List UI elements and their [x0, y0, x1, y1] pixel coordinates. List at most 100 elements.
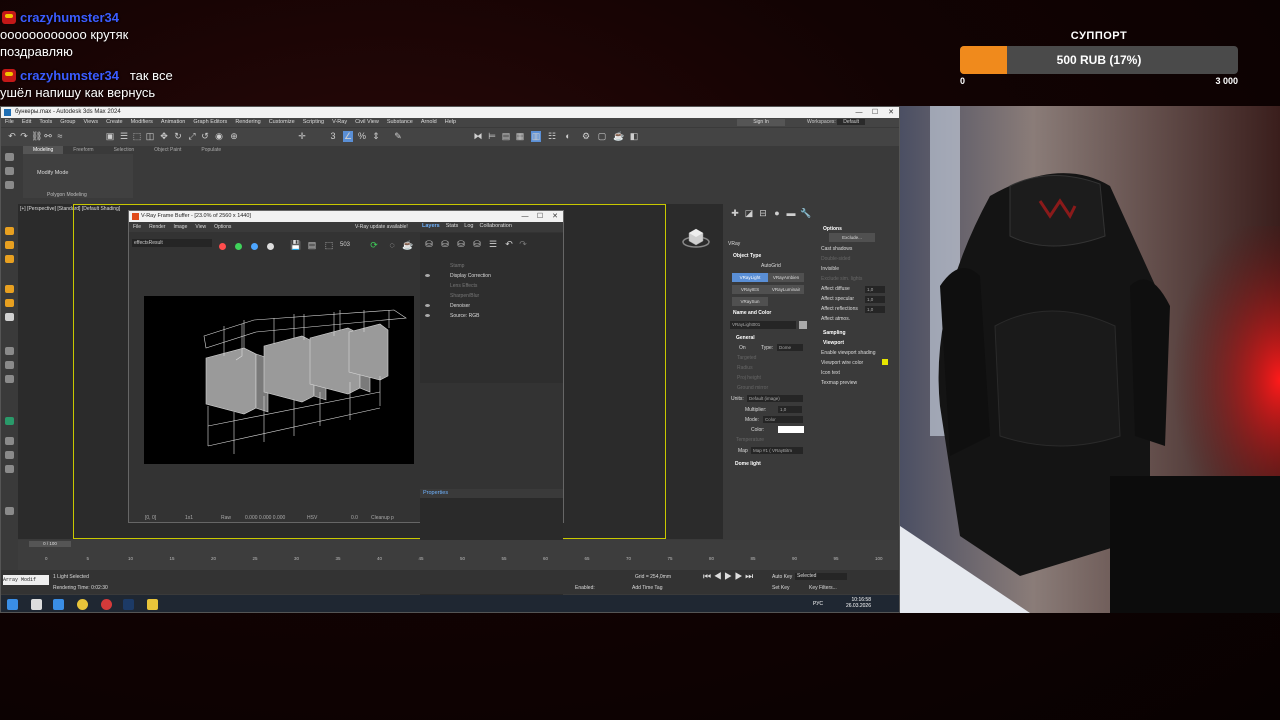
- photoshop-icon[interactable]: [123, 599, 134, 610]
- auto-key-button[interactable]: Auto Key: [772, 574, 792, 580]
- utilities-tab-icon[interactable]: 🔧: [800, 208, 811, 219]
- create-camera-icon[interactable]: [5, 181, 14, 189]
- keyboard-language[interactable]: РУС: [813, 601, 823, 607]
- create-sphere-icon[interactable]: [5, 255, 14, 263]
- create-tab-icon[interactable]: ✚: [730, 208, 740, 219]
- menu-animation[interactable]: Animation: [157, 118, 189, 127]
- menu-v-ray[interactable]: V-Ray: [328, 118, 351, 127]
- curve-editor-icon[interactable]: ▥: [531, 131, 541, 142]
- selected-dropdown[interactable]: Selected: [795, 573, 847, 580]
- vfb-hsv-dropdown[interactable]: HSV: [307, 513, 317, 523]
- vray-fur-icon[interactable]: [5, 361, 14, 369]
- menu-graph-editors[interactable]: Graph Editors: [189, 118, 231, 127]
- vfb-menu-options[interactable]: Options: [210, 222, 235, 232]
- rendered-image[interactable]: [144, 296, 414, 464]
- units-dropdown[interactable]: Default (image): [747, 395, 803, 402]
- select-by-name-icon[interactable]: ☰: [119, 131, 129, 142]
- lut-icon[interactable]: 503: [340, 240, 350, 251]
- light-type-button[interactable]: VRaySun: [732, 297, 768, 306]
- alpha-channel-icon[interactable]: [267, 243, 274, 250]
- layer-explorer-icon[interactable]: ▤: [501, 131, 511, 142]
- menu-scripting[interactable]: Scripting: [299, 118, 328, 127]
- vray-ies-icon[interactable]: [5, 313, 14, 321]
- map-checkbox[interactable]: Map: [738, 448, 748, 454]
- workspaces-selector[interactable]: Workspaces: Default: [807, 119, 866, 125]
- timeline[interactable]: [18, 540, 898, 570]
- bind-spacewarp-icon[interactable]: ≈: [55, 131, 65, 142]
- reference-coord-icon[interactable]: ↺: [200, 131, 210, 142]
- vfb-close-icon[interactable]: ✕: [547, 211, 563, 222]
- mirror-icon[interactable]: ⧓: [473, 131, 483, 142]
- vfb-tab-layers[interactable]: Layers: [419, 223, 443, 229]
- option-checkbox[interactable]: Affect atmos.: [821, 316, 850, 322]
- select-manipulate-icon[interactable]: ⊕: [229, 131, 239, 142]
- menu-edit[interactable]: Edit: [18, 118, 35, 127]
- ribbon-tab-selection[interactable]: Selection: [104, 146, 145, 154]
- render-icon[interactable]: [5, 451, 14, 459]
- light-type-button[interactable]: VRayLuminair: [768, 285, 804, 294]
- vfb-tab-log[interactable]: Log: [461, 223, 476, 229]
- vray-proxy-icon[interactable]: [5, 347, 14, 355]
- snap-3d-icon[interactable]: 3: [328, 131, 338, 142]
- light-type-button[interactable]: VRayLight: [732, 273, 768, 282]
- chrome-red-icon[interactable]: [101, 599, 112, 610]
- menu-create[interactable]: Create: [102, 118, 127, 127]
- pivot-icon[interactable]: ◉: [214, 131, 224, 142]
- menu-views[interactable]: Views: [80, 118, 103, 127]
- light-color-swatch[interactable]: [778, 426, 804, 433]
- time-slider[interactable]: 0 / 100: [29, 541, 71, 547]
- vfb-channel-dropdown[interactable]: effectsResult: [132, 239, 212, 247]
- option-checkbox[interactable]: Cast shadows: [821, 246, 852, 252]
- menu-group[interactable]: Group: [56, 118, 79, 127]
- vray-sun-icon[interactable]: [5, 299, 14, 307]
- option-checkbox[interactable]: Invisible: [821, 266, 839, 272]
- on-checkbox[interactable]: On: [739, 345, 746, 351]
- vfb-cleanup-field[interactable]: Cleanup p: [371, 513, 394, 523]
- link-icon[interactable]: ⛓: [31, 131, 42, 142]
- unlink-icon[interactable]: ⚯: [43, 131, 53, 142]
- scale-icon[interactable]: ⤢: [187, 131, 197, 142]
- mode-dropdown[interactable]: Color: [763, 416, 803, 423]
- viewport-option-checkbox[interactable]: Enable viewport shading: [821, 350, 875, 356]
- light-type-button[interactable]: VRayIES: [732, 285, 768, 294]
- ribbon-tab-modeling[interactable]: Modeling: [23, 146, 64, 154]
- option-value-spinner[interactable]: 1,0: [865, 296, 885, 303]
- vfb-icon[interactable]: [5, 465, 14, 473]
- object-name-field[interactable]: VRayLight001: [730, 321, 796, 329]
- vfb-menu-image[interactable]: Image: [169, 222, 191, 232]
- layer-add-dir-icon[interactable]: ⛁: [440, 239, 450, 250]
- vray-plane-icon[interactable]: [5, 375, 14, 383]
- create-helper-icon[interactable]: [5, 241, 14, 249]
- material-editor-icon[interactable]: ◐: [563, 131, 573, 142]
- layer-visibility-icon[interactable]: [425, 304, 430, 307]
- explorer-icon[interactable]: [53, 599, 64, 610]
- minimize-icon[interactable]: —: [851, 107, 867, 118]
- schematic-view-icon[interactable]: ☷: [547, 131, 557, 142]
- render-stop-icon[interactable]: ◌: [387, 240, 397, 251]
- rect-selection-icon[interactable]: ⬚: [132, 131, 142, 142]
- create-shape-icon[interactable]: [5, 153, 14, 161]
- layer-row[interactable]: Denoiser: [420, 301, 563, 311]
- layer-row[interactable]: Lens Effects: [420, 281, 563, 291]
- polygon-modeling-label[interactable]: Polygon Modeling: [47, 192, 87, 198]
- vray-light-icon[interactable]: [5, 285, 14, 293]
- render-start-icon[interactable]: ⟳: [369, 240, 379, 251]
- vfb-maximize-icon[interactable]: ☐: [532, 211, 548, 222]
- vfb-menu-file[interactable]: File: [129, 222, 145, 232]
- key-filters-button[interactable]: Key Filters...: [809, 585, 837, 591]
- render-teapot-icon[interactable]: ☕: [402, 240, 413, 251]
- object-color-swatch[interactable]: [799, 321, 807, 329]
- layer-row[interactable]: Stamp: [420, 261, 563, 271]
- layer-add-icon[interactable]: ⛁: [424, 239, 434, 250]
- vray-scatter-icon[interactable]: [5, 417, 14, 425]
- layer-undo-icon[interactable]: ↶: [504, 239, 514, 250]
- add-time-tag[interactable]: Add Time Tag: [632, 585, 662, 591]
- spinner-snap-icon[interactable]: ⇕: [371, 131, 381, 142]
- move-icon[interactable]: ✥: [159, 131, 169, 142]
- menu-substance[interactable]: Substance: [383, 118, 417, 127]
- wire-color-swatch[interactable]: [882, 359, 888, 365]
- vfb-minimize-icon[interactable]: —: [517, 211, 533, 222]
- type-dropdown[interactable]: Dome: [777, 344, 803, 351]
- option-checkbox[interactable]: Double-sided: [821, 256, 850, 262]
- close-icon[interactable]: ✕: [883, 107, 899, 118]
